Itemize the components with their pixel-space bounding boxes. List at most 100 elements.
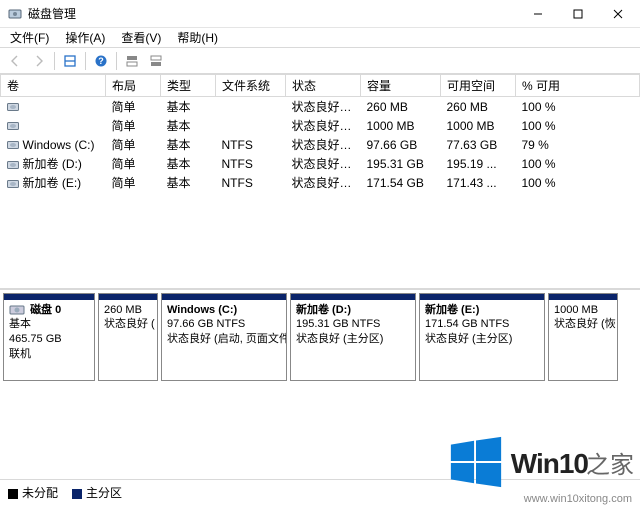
row-name: 新加卷 (E:): [23, 176, 82, 190]
partition[interactable]: 新加卷 (E:)171.54 GB NTFS状态良好 (主分区): [419, 293, 545, 381]
row-free: 171.43 ...: [441, 173, 516, 192]
col-volume[interactable]: 卷: [1, 75, 106, 97]
table-row[interactable]: 新加卷 (E:)简单基本NTFS状态良好 (...171.54 GB171.43…: [1, 173, 640, 192]
row-type: 基本: [161, 173, 216, 192]
row-layout: 简单: [106, 173, 161, 192]
row-pct: 100 %: [516, 116, 640, 135]
maximize-button[interactable]: [558, 0, 598, 28]
partition-size: 171.54 GB NTFS: [425, 317, 539, 332]
partition[interactable]: 1000 MB状态良好 (恢: [548, 293, 618, 381]
row-pct: 79 %: [516, 135, 640, 154]
row-type: 基本: [161, 97, 216, 117]
row-pct: 100 %: [516, 154, 640, 173]
titlebar: 磁盘管理: [0, 0, 640, 28]
row-free: 195.19 ...: [441, 154, 516, 173]
legend-unallocated: 未分配: [8, 484, 58, 501]
toolbar: ?: [0, 48, 640, 74]
row-name: Windows (C:): [23, 138, 95, 152]
partition-status: 状态良好 (主分区): [296, 332, 410, 347]
window-title: 磁盘管理: [28, 5, 76, 22]
legend-primary: 主分区: [72, 484, 122, 501]
row-fs: [216, 97, 286, 117]
disk-map: 磁盘 0 基本 465.75 GB 联机 260 MB状态良好 (Windows…: [0, 289, 640, 384]
partition-size: 260 MB: [104, 303, 152, 318]
column-headers[interactable]: 卷 布局 类型 文件系统 状态 容量 可用空间 % 可用: [1, 75, 640, 97]
partition[interactable]: 新加卷 (D:)195.31 GB NTFS状态良好 (主分区): [290, 293, 416, 381]
legend: 未分配 主分区: [0, 479, 640, 507]
partition-status: 状态良好 (: [104, 317, 152, 332]
row-status: 状态良好 (...: [286, 154, 361, 173]
menu-view[interactable]: 查看(V): [115, 27, 167, 48]
row-status: 状态良好 (...: [286, 173, 361, 192]
row-free: 77.63 GB: [441, 135, 516, 154]
col-type[interactable]: 类型: [161, 75, 216, 97]
partition-size: 97.66 GB NTFS: [167, 317, 281, 332]
row-status: 状态良好 (...: [286, 116, 361, 135]
col-status[interactable]: 状态: [286, 75, 361, 97]
layout-top-button[interactable]: [121, 51, 143, 71]
app-icon: [8, 7, 22, 21]
toolbar-separator: [85, 52, 86, 70]
svg-text:?: ?: [98, 56, 104, 66]
row-pct: 100 %: [516, 97, 640, 117]
volume-icon: [7, 160, 19, 170]
row-type: 基本: [161, 116, 216, 135]
unallocated-swatch: [8, 489, 18, 499]
row-free: 1000 MB: [441, 116, 516, 135]
row-fs: NTFS: [216, 154, 286, 173]
row-status: 状态良好 (...: [286, 97, 361, 117]
partition-name: 新加卷 (D:): [296, 303, 410, 318]
partition-name: 新加卷 (E:): [425, 303, 539, 318]
primary-swatch: [72, 489, 82, 499]
table-row[interactable]: 新加卷 (D:)简单基本NTFS状态良好 (...195.31 GB195.19…: [1, 154, 640, 173]
table-row[interactable]: 简单基本状态良好 (...260 MB260 MB100 %: [1, 97, 640, 117]
row-pct: 100 %: [516, 173, 640, 192]
col-layout[interactable]: 布局: [106, 75, 161, 97]
partition[interactable]: Windows (C:)97.66 GB NTFS状态良好 (启动, 页面文件: [161, 293, 287, 381]
table-row[interactable]: 简单基本状态良好 (...1000 MB1000 MB100 %: [1, 116, 640, 135]
disk-label: 磁盘 0: [30, 304, 61, 316]
back-button[interactable]: [4, 51, 26, 71]
volume-icon: [7, 179, 19, 189]
col-pct[interactable]: % 可用: [516, 75, 640, 97]
table-row[interactable]: Windows (C:)简单基本NTFS状态良好 (...97.66 GB77.…: [1, 135, 640, 154]
col-free[interactable]: 可用空间: [441, 75, 516, 97]
disk-type: 基本: [9, 318, 31, 330]
partition-status: 状态良好 (恢: [554, 317, 612, 332]
partition-name: Windows (C:): [167, 303, 281, 318]
partition-size: 195.31 GB NTFS: [296, 317, 410, 332]
row-fs: NTFS: [216, 173, 286, 192]
row-free: 260 MB: [441, 97, 516, 117]
volume-icon: [7, 121, 19, 131]
col-capacity[interactable]: 容量: [361, 75, 441, 97]
layout-bottom-button[interactable]: [145, 51, 167, 71]
volume-list[interactable]: 卷 布局 类型 文件系统 状态 容量 可用空间 % 可用 简单基本状态良好 (.…: [0, 74, 640, 289]
partition[interactable]: 260 MB状态良好 (: [98, 293, 158, 381]
row-fs: [216, 116, 286, 135]
disk-status: 联机: [9, 348, 31, 360]
row-cap: 260 MB: [361, 97, 441, 117]
disk-info[interactable]: 磁盘 0 基本 465.75 GB 联机: [3, 293, 95, 381]
menu-file[interactable]: 文件(F): [4, 27, 55, 48]
toolbar-separator: [116, 52, 117, 70]
row-layout: 简单: [106, 154, 161, 173]
partition-status: 状态良好 (主分区): [425, 332, 539, 347]
row-fs: NTFS: [216, 135, 286, 154]
row-layout: 简单: [106, 116, 161, 135]
row-layout: 简单: [106, 97, 161, 117]
volume-icon: [7, 102, 19, 112]
col-filesystem[interactable]: 文件系统: [216, 75, 286, 97]
views-button[interactable]: [59, 51, 81, 71]
row-cap: 195.31 GB: [361, 154, 441, 173]
forward-button[interactable]: [28, 51, 50, 71]
help-button[interactable]: ?: [90, 51, 112, 71]
row-name: 新加卷 (D:): [23, 157, 82, 171]
volume-icon: [7, 140, 19, 150]
minimize-button[interactable]: [518, 0, 558, 28]
row-cap: 97.66 GB: [361, 135, 441, 154]
partition-status: 状态良好 (启动, 页面文件: [167, 332, 281, 347]
menu-action[interactable]: 操作(A): [59, 27, 111, 48]
close-button[interactable]: [598, 0, 638, 28]
menu-help[interactable]: 帮助(H): [171, 27, 224, 48]
disk-icon: [9, 303, 25, 317]
